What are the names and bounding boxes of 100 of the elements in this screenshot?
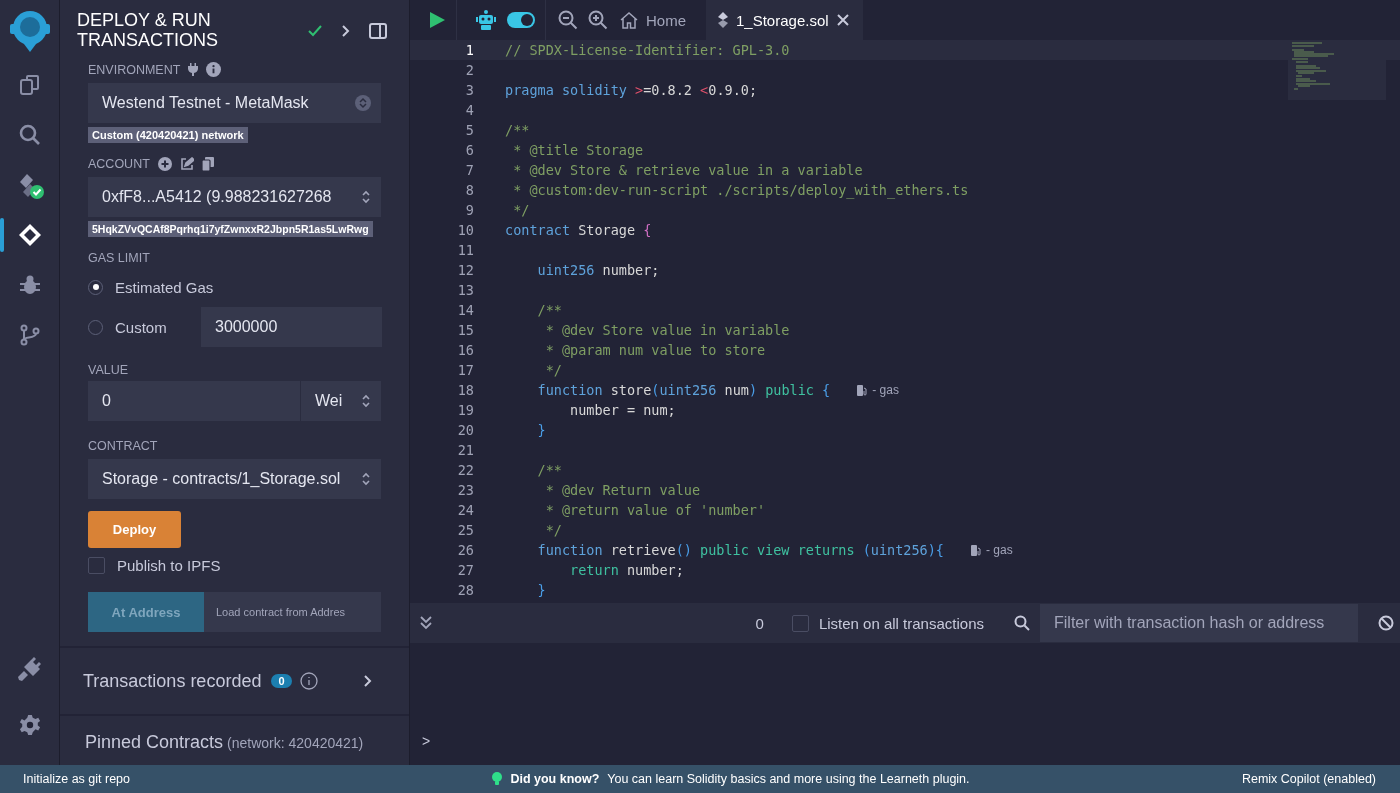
unit-select[interactable]: Wei bbox=[300, 381, 381, 421]
address-input[interactable]: Load contract from Addres bbox=[204, 592, 381, 632]
robot-icon[interactable] bbox=[475, 9, 497, 31]
network-text: (network: 420420421) bbox=[227, 735, 364, 751]
value-label: VALUE bbox=[88, 363, 129, 377]
code-line: */ bbox=[544, 362, 562, 378]
file-type-icon bbox=[718, 12, 728, 28]
checkbox[interactable] bbox=[791, 614, 809, 632]
line-number: 25 bbox=[456, 522, 475, 538]
plug-icon bbox=[16, 656, 43, 682]
code-line: function store(uint256 num) public { bbox=[536, 382, 831, 398]
radio-label: Estimated Gas bbox=[115, 278, 214, 296]
gas-limit-label: GAS LIMIT bbox=[88, 251, 150, 265]
line-number: 22 bbox=[456, 462, 475, 478]
code-line: */ bbox=[544, 522, 562, 538]
copy-icon[interactable] bbox=[201, 157, 214, 171]
line-number: 3 bbox=[464, 82, 475, 98]
line-number: 12 bbox=[456, 262, 475, 278]
dropdown-icon bbox=[355, 95, 371, 111]
radio-button[interactable] bbox=[88, 279, 103, 295]
contract-select[interactable]: Storage - contracts/1_Storage.sol bbox=[88, 459, 381, 499]
tip-text: You can learn Solidity basics and more using the Learneth plugin. bbox=[607, 772, 970, 786]
terminal-prompt: > bbox=[422, 733, 431, 749]
bug-icon bbox=[17, 273, 42, 297]
zoom-out-icon[interactable] bbox=[558, 10, 578, 30]
line-number: 18 bbox=[456, 382, 475, 398]
tip-title: Did you know? bbox=[510, 772, 600, 786]
pending-count: 0 bbox=[755, 614, 764, 632]
editor-tab[interactable]: 1_Storage.sol bbox=[706, 0, 863, 40]
line-number: 4 bbox=[464, 102, 475, 118]
line-number: 10 bbox=[456, 222, 475, 238]
gas-estimate: - gas bbox=[872, 383, 899, 397]
network-badge: Custom (420420421) network bbox=[88, 127, 248, 143]
editor-tab[interactable]: Home bbox=[618, 0, 706, 40]
panel-title: DEPLOY & RUN TRANSACTIONS bbox=[77, 10, 218, 50]
edit-icon[interactable] bbox=[179, 157, 194, 171]
checkbox[interactable] bbox=[88, 557, 105, 574]
value-input[interactable]: 0 bbox=[88, 381, 300, 421]
code-line: * @return value of 'number' bbox=[544, 502, 766, 518]
dropdown-icon bbox=[361, 189, 371, 205]
lightbulb-icon bbox=[492, 772, 503, 786]
line-number: 7 bbox=[464, 162, 475, 178]
gas-estimate: - gas bbox=[985, 543, 1013, 557]
toggle-switch[interactable] bbox=[507, 12, 535, 28]
transactions-recorded-label: Transactions recorded bbox=[83, 670, 262, 692]
dropdown-icon bbox=[361, 393, 371, 409]
line-number: 11 bbox=[456, 242, 475, 258]
line-number: 20 bbox=[456, 422, 475, 438]
code-line: } bbox=[536, 582, 546, 598]
account-select[interactable]: 0xfF8...A5412 (9.988231627268 bbox=[88, 177, 381, 217]
line-number: 24 bbox=[456, 502, 475, 518]
code-line: /** bbox=[536, 302, 562, 318]
code-line: contract Storage { bbox=[505, 222, 652, 238]
check-icon bbox=[307, 24, 323, 38]
code-line: * @custom:dev-run-script ./scripts/deploy_with_ethers.ts bbox=[512, 182, 969, 198]
settings-icon bbox=[18, 714, 41, 736]
line-number: 9 bbox=[464, 202, 475, 218]
code-line: return number; bbox=[569, 562, 684, 578]
search-icon bbox=[17, 123, 42, 147]
chevron-right-icon[interactable] bbox=[341, 24, 351, 38]
radio-button[interactable] bbox=[88, 319, 103, 335]
collapse-icon[interactable] bbox=[420, 616, 432, 630]
filter-input[interactable]: Filter with transaction hash or address bbox=[1040, 604, 1358, 642]
plus-icon[interactable] bbox=[157, 157, 172, 171]
code-line: * @dev Store value in variable bbox=[544, 322, 790, 338]
line-number: 8 bbox=[464, 182, 475, 198]
code-line: /** bbox=[536, 462, 562, 478]
clear-icon[interactable] bbox=[1378, 615, 1394, 631]
line-number: 14 bbox=[456, 302, 475, 318]
line-number: 5 bbox=[464, 122, 475, 138]
checkbox-label: Publish to IPFS bbox=[117, 557, 221, 574]
gas-limit-input[interactable]: 3000000 bbox=[201, 307, 382, 347]
close-icon[interactable] bbox=[836, 14, 849, 26]
environment-select[interactable]: Westend Testnet - MetaMask bbox=[88, 83, 381, 123]
line-number: 2 bbox=[464, 62, 475, 78]
line-number: 6 bbox=[464, 142, 475, 158]
copilot-status[interactable]: Remix Copilot (enabled) bbox=[1241, 772, 1376, 786]
code-line: * @dev Return value bbox=[544, 482, 701, 498]
code-line: pragma solidity >=0.8.2 <0.9.0; bbox=[505, 82, 758, 98]
code-line: * @param num value to store bbox=[544, 342, 766, 358]
line-number: 16 bbox=[456, 342, 475, 358]
line-number: 27 bbox=[456, 562, 475, 578]
zoom-in-icon[interactable] bbox=[588, 10, 608, 30]
git-init-link[interactable]: Initialize as git repo bbox=[23, 772, 130, 786]
code-line: uint256 number; bbox=[536, 262, 660, 278]
chevron-right-icon[interactable] bbox=[363, 674, 373, 688]
play-icon[interactable] bbox=[428, 11, 446, 29]
info-icon[interactable] bbox=[299, 672, 318, 690]
code-line: function retrieve() public view returns (uint256){ bbox=[536, 542, 944, 558]
dropdown-icon bbox=[361, 471, 371, 487]
line-number: 21 bbox=[456, 442, 475, 458]
search-icon[interactable] bbox=[1014, 615, 1030, 631]
plug-icon bbox=[188, 63, 199, 76]
line-number: 23 bbox=[456, 482, 475, 498]
line-number: 15 bbox=[456, 322, 475, 338]
environment-label: ENVIRONMENT bbox=[88, 62, 181, 77]
side-panel-icon[interactable] bbox=[369, 23, 387, 39]
line-number: 1 bbox=[464, 42, 475, 58]
info-icon[interactable] bbox=[206, 62, 222, 77]
code-line: // SPDX-License-Identifier: GPL-3.0 bbox=[505, 42, 790, 58]
